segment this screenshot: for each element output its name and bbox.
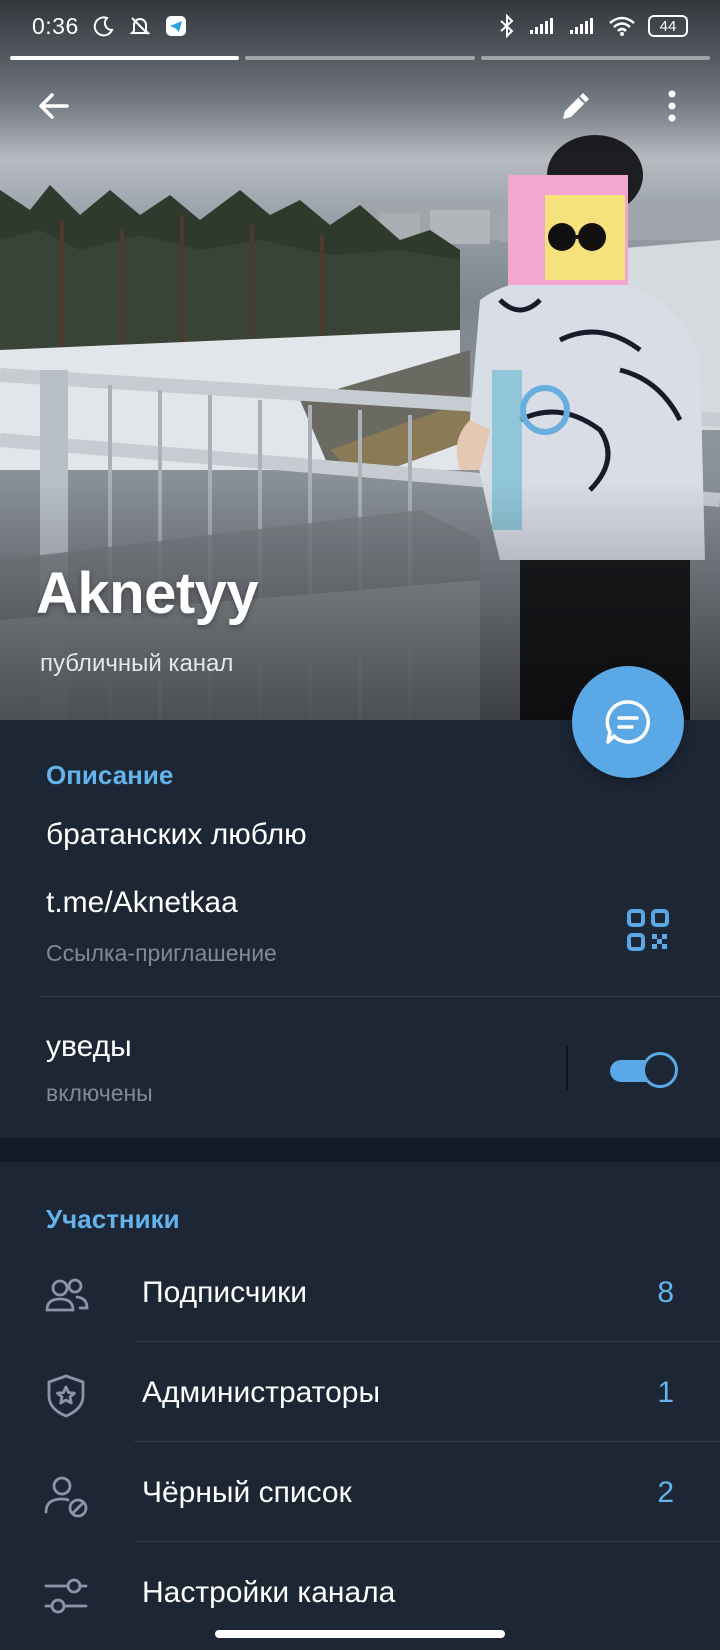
telegram-icon [165,16,186,36]
users-icon [45,1278,89,1312]
channel-description: братанских люблю [46,818,307,851]
moon-icon [93,16,114,37]
status-bar: 0:36 44 [0,0,720,52]
progress-segment [245,56,475,60]
members-section: Участники Подписчики 8 Администраторы 1 [0,1162,720,1620]
blacklist-count: 2 [657,1476,674,1509]
back-button[interactable] [26,78,82,134]
subscribers-row[interactable]: Подписчики 8 [0,1242,720,1342]
chat-bubble-icon [605,700,651,744]
notifications-label: уведы [46,1030,132,1063]
wifi-icon [609,16,635,36]
pencil-icon [563,93,589,119]
administrators-row[interactable]: Администраторы 1 [0,1342,720,1442]
invite-link-caption: Ссылка-приглашение [46,940,277,966]
invite-link[interactable]: t.me/Aknetkaa [46,886,238,920]
top-toolbar [0,78,720,134]
arrow-left-icon [39,93,69,119]
home-gesture-handle[interactable] [215,1630,505,1638]
signal-1-icon [530,18,553,34]
system-nav-bar [0,1620,720,1650]
section-gap [0,1138,720,1162]
subscribers-count: 8 [657,1276,674,1309]
channel-name: Aknetyy [36,561,259,626]
administrators-label: Администраторы [142,1376,381,1409]
shield-star-icon [47,1374,85,1418]
progress-segment [480,56,710,60]
description-section-title: Описание [46,760,174,790]
channel-settings-label: Настройки канала [142,1576,396,1609]
notifications-state: включены [46,1080,153,1106]
blacklist-label: Чёрный список [142,1476,352,1509]
bell-muted-icon [129,17,151,35]
notifications-toggle[interactable] [608,1050,678,1088]
members-section-title: Участники [46,1204,180,1234]
blacklist-row[interactable]: Чёрный список 2 [0,1442,720,1542]
open-chat-button[interactable] [572,666,684,778]
channel-type: публичный канал [40,650,234,677]
vertical-separator [566,1046,568,1090]
settings-sliders-icon [44,1578,88,1614]
edit-button[interactable] [548,78,604,134]
toggle-knob [642,1052,678,1088]
status-time: 0:36 [32,12,79,39]
subscribers-label: Подписчики [142,1276,308,1309]
divider [40,996,720,997]
bluetooth-icon [500,14,514,38]
more-vertical-icon [668,90,676,122]
battery-indicator: 44 [648,15,688,37]
signal-2-icon [570,18,593,34]
progress-segment [10,56,240,60]
more-options-button[interactable] [644,78,700,134]
user-blocked-icon [44,1476,88,1518]
cover-progress-bar [10,56,710,60]
qr-code-icon[interactable] [626,908,670,952]
administrators-count: 1 [657,1376,674,1409]
